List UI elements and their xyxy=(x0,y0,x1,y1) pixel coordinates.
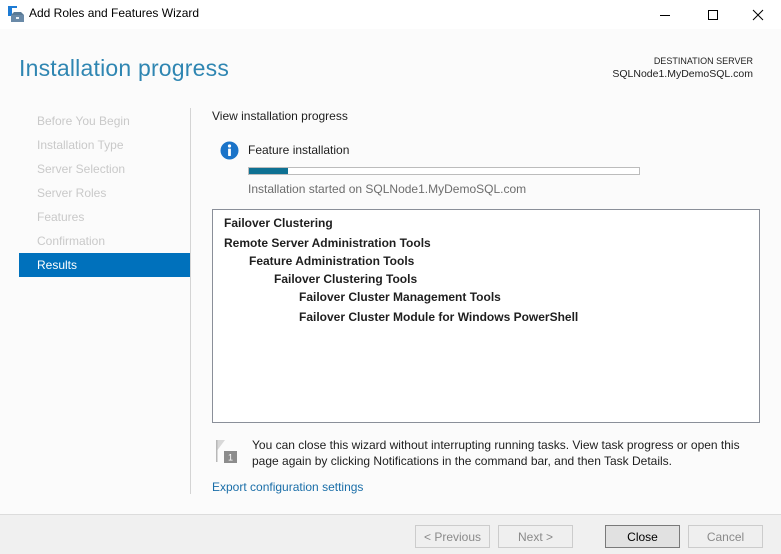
server-manager-wizard-icon xyxy=(8,6,24,22)
notification-flag-icon: 1 xyxy=(216,440,237,463)
result-item: Failover Cluster Management Tools xyxy=(299,290,501,304)
close-button[interactable]: Close xyxy=(605,525,680,548)
installation-progress-bar xyxy=(248,167,640,175)
next-button[interactable]: Next > xyxy=(498,525,573,548)
destination-server-name: SQLNode1.MyDemoSQL.com xyxy=(612,68,753,80)
cancel-button[interactable]: Cancel xyxy=(688,525,763,548)
nav-item-results[interactable]: Results xyxy=(19,253,190,277)
title-bar: Add Roles and Features Wizard xyxy=(0,0,781,29)
nav-item-server-selection: Server Selection xyxy=(37,162,126,176)
wizard-steps-nav: Before You Begin Installation Type Serve… xyxy=(19,109,190,277)
close-wizard-note: You can close this wizard without interr… xyxy=(252,438,740,468)
minimize-button[interactable] xyxy=(642,0,688,29)
maximize-icon xyxy=(708,9,718,20)
nav-item-installation-type: Installation Type xyxy=(37,138,124,152)
page-title: Installation progress xyxy=(19,55,230,81)
result-item: Failover Clustering Tools xyxy=(274,272,418,286)
result-item: Remote Server Administration Tools xyxy=(224,236,431,250)
close-icon xyxy=(752,9,764,20)
destination-server-label: DESTINATION SERVER xyxy=(653,56,753,66)
minimize-icon xyxy=(660,14,670,16)
progress-fill xyxy=(249,168,288,174)
result-item: Feature Administration Tools xyxy=(249,254,415,268)
nav-item-confirmation: Confirmation xyxy=(37,234,106,248)
window-title: Add Roles and Features Wizard xyxy=(29,6,200,20)
nav-divider xyxy=(190,108,191,494)
close-window-button[interactable] xyxy=(735,0,781,29)
nav-item-features: Features xyxy=(37,210,85,224)
results-list[interactable]: Failover Clustering Remote Server Admini… xyxy=(212,209,760,423)
info-icon xyxy=(220,141,239,160)
nav-item-server-roles: Server Roles xyxy=(37,186,107,200)
task-name: Feature installation xyxy=(248,143,350,157)
export-configuration-link[interactable]: Export configuration settings xyxy=(212,480,363,494)
content-heading: View installation progress xyxy=(212,109,348,123)
result-item: Failover Cluster Module for Windows Powe… xyxy=(299,310,579,324)
maximize-button[interactable] xyxy=(690,0,736,29)
previous-button[interactable]: < Previous xyxy=(415,525,490,548)
notification-badge: 1 xyxy=(228,453,233,463)
progress-status: Installation started on SQLNode1.MyDemoS… xyxy=(248,182,527,196)
nav-item-before-you-begin: Before You Begin xyxy=(37,114,130,128)
result-item: Failover Clustering xyxy=(224,216,333,230)
